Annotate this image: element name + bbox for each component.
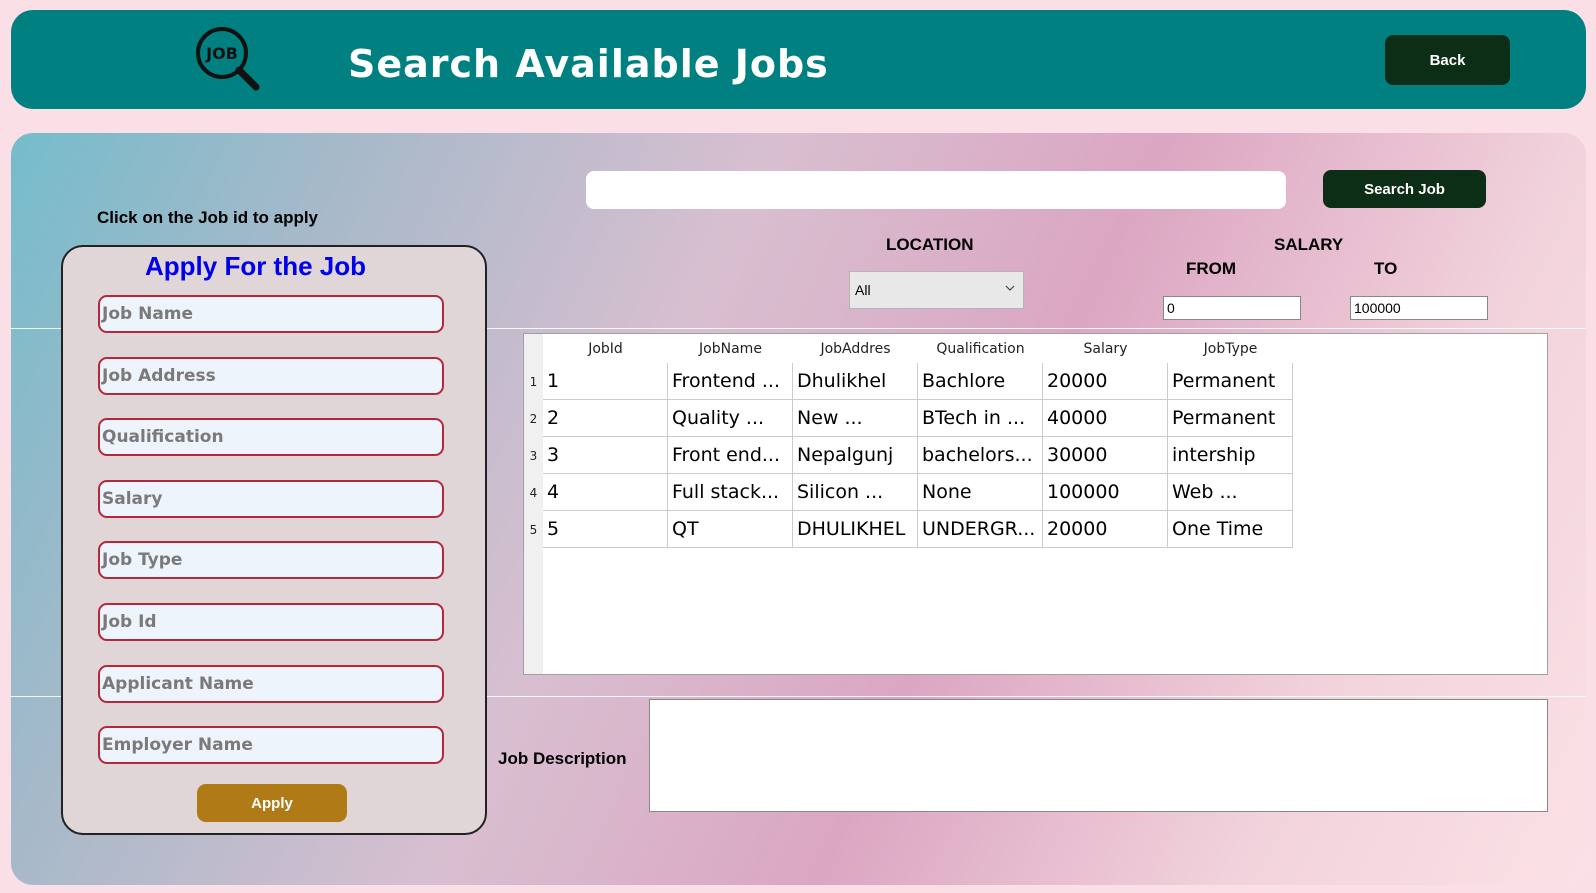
- job-description-textarea[interactable]: [649, 699, 1548, 812]
- cell-salary[interactable]: 100000: [1043, 474, 1168, 511]
- cell-jobaddress[interactable]: Silicon ...: [793, 474, 918, 511]
- column-header-jobname[interactable]: JobName: [668, 341, 793, 357]
- column-header-qualification[interactable]: Qualification: [918, 341, 1043, 357]
- cell-jobid[interactable]: 3: [543, 437, 668, 474]
- column-header-jobtype[interactable]: JobType: [1168, 341, 1293, 357]
- column-header-jobid[interactable]: JobId: [543, 341, 668, 357]
- location-label: LOCATION: [886, 235, 974, 254]
- apply-form-panel: Apply For the Job Job Name Job Address Q…: [61, 245, 487, 835]
- cell-salary[interactable]: 20000: [1043, 511, 1168, 548]
- cell-jobaddress[interactable]: Dhulikhel: [793, 363, 918, 400]
- salary-from-label: FROM: [1186, 259, 1237, 278]
- salary-from-input[interactable]: 0: [1163, 296, 1301, 320]
- cell-jobid[interactable]: 5: [543, 511, 668, 548]
- cell-qualification[interactable]: None: [918, 474, 1043, 511]
- back-button[interactable]: Back: [1385, 35, 1510, 85]
- cell-jobtype[interactable]: Permanent: [1168, 363, 1293, 400]
- page-title: Search Available Jobs: [348, 42, 829, 86]
- applicant-name-field[interactable]: Applicant Name: [98, 665, 444, 703]
- table-row[interactable]: 2 2 Quality ... New ... BTech in ... 400…: [524, 400, 1294, 437]
- job-type-field[interactable]: Job Type: [98, 541, 444, 579]
- cell-jobtype[interactable]: Permanent: [1168, 400, 1293, 437]
- cell-jobname[interactable]: Front end...: [668, 437, 793, 474]
- main-panel: Click on the Job id to apply Apply For t…: [11, 133, 1586, 885]
- apply-hint-text: Click on the Job id to apply: [97, 208, 319, 227]
- chevron-down-icon: [1005, 285, 1015, 291]
- cell-qualification[interactable]: bachelors...: [918, 437, 1043, 474]
- header-bar: JOB Search Available Jobs Back: [11, 10, 1586, 109]
- cell-jobid[interactable]: 4: [543, 474, 668, 511]
- table-row[interactable]: 4 4 Full stack... Silicon ... None 10000…: [524, 474, 1294, 511]
- location-select[interactable]: All: [849, 271, 1024, 309]
- employer-name-field[interactable]: Employer Name: [98, 726, 444, 764]
- cell-jobtype[interactable]: One Time: [1168, 511, 1293, 548]
- row-number: 1: [529, 375, 538, 389]
- row-number: 4: [529, 486, 538, 500]
- table-row[interactable]: 5 5 QT DHULIKHEL UNDERGR... 20000 One Ti…: [524, 511, 1294, 548]
- salary-to-label: TO: [1374, 259, 1398, 278]
- job-description-label: Job Description: [498, 749, 627, 768]
- salary-field[interactable]: Salary: [98, 480, 444, 518]
- cell-salary[interactable]: 30000: [1043, 437, 1168, 474]
- job-search-logo-icon: JOB: [196, 27, 260, 91]
- cell-qualification[interactable]: UNDERGR...: [918, 511, 1043, 548]
- table-row[interactable]: 3 3 Front end... Nepalgunj bachelors... …: [524, 437, 1294, 474]
- logo-text: JOB: [205, 44, 238, 63]
- cell-jobid[interactable]: 2: [543, 400, 668, 437]
- cell-qualification[interactable]: BTech in ...: [918, 400, 1043, 437]
- apply-form-title: Apply For the Job: [145, 251, 366, 281]
- cell-jobid[interactable]: 1: [543, 363, 668, 400]
- column-header-jobaddress[interactable]: JobAddres: [793, 341, 918, 357]
- cell-jobname[interactable]: QT: [668, 511, 793, 548]
- search-job-button[interactable]: Search Job: [1323, 170, 1486, 208]
- salary-to-input[interactable]: 100000: [1350, 296, 1488, 320]
- cell-jobtype[interactable]: Web ...: [1168, 474, 1293, 511]
- cell-qualification[interactable]: Bachlore: [918, 363, 1043, 400]
- cell-jobname[interactable]: Quality ...: [668, 400, 793, 437]
- cell-jobaddress[interactable]: New ...: [793, 400, 918, 437]
- table-row[interactable]: 1 1 Frontend ... Dhulikhel Bachlore 2000…: [524, 363, 1294, 400]
- cell-jobname[interactable]: Frontend ...: [668, 363, 793, 400]
- jobs-table: JobId JobName JobAddres Qualification Sa…: [523, 333, 1548, 675]
- row-number: 2: [529, 412, 538, 426]
- column-header-salary[interactable]: Salary: [1043, 341, 1168, 357]
- cell-jobtype[interactable]: intership: [1168, 437, 1293, 474]
- job-address-field[interactable]: Job Address: [98, 357, 444, 395]
- job-name-field[interactable]: Job Name: [98, 295, 444, 333]
- cell-salary[interactable]: 20000: [1043, 363, 1168, 400]
- apply-button[interactable]: Apply: [197, 784, 347, 822]
- row-number: 3: [529, 449, 538, 463]
- location-selected-value: All: [855, 282, 871, 298]
- qualification-field[interactable]: Qualification: [98, 418, 444, 456]
- row-number: 5: [529, 523, 538, 537]
- cell-salary[interactable]: 40000: [1043, 400, 1168, 437]
- cell-jobaddress[interactable]: DHULIKHEL: [793, 511, 918, 548]
- salary-label: SALARY: [1274, 235, 1344, 254]
- job-id-field[interactable]: Job Id: [98, 603, 444, 641]
- search-input[interactable]: [586, 171, 1286, 209]
- cell-jobname[interactable]: Full stack...: [668, 474, 793, 511]
- cell-jobaddress[interactable]: Nepalgunj: [793, 437, 918, 474]
